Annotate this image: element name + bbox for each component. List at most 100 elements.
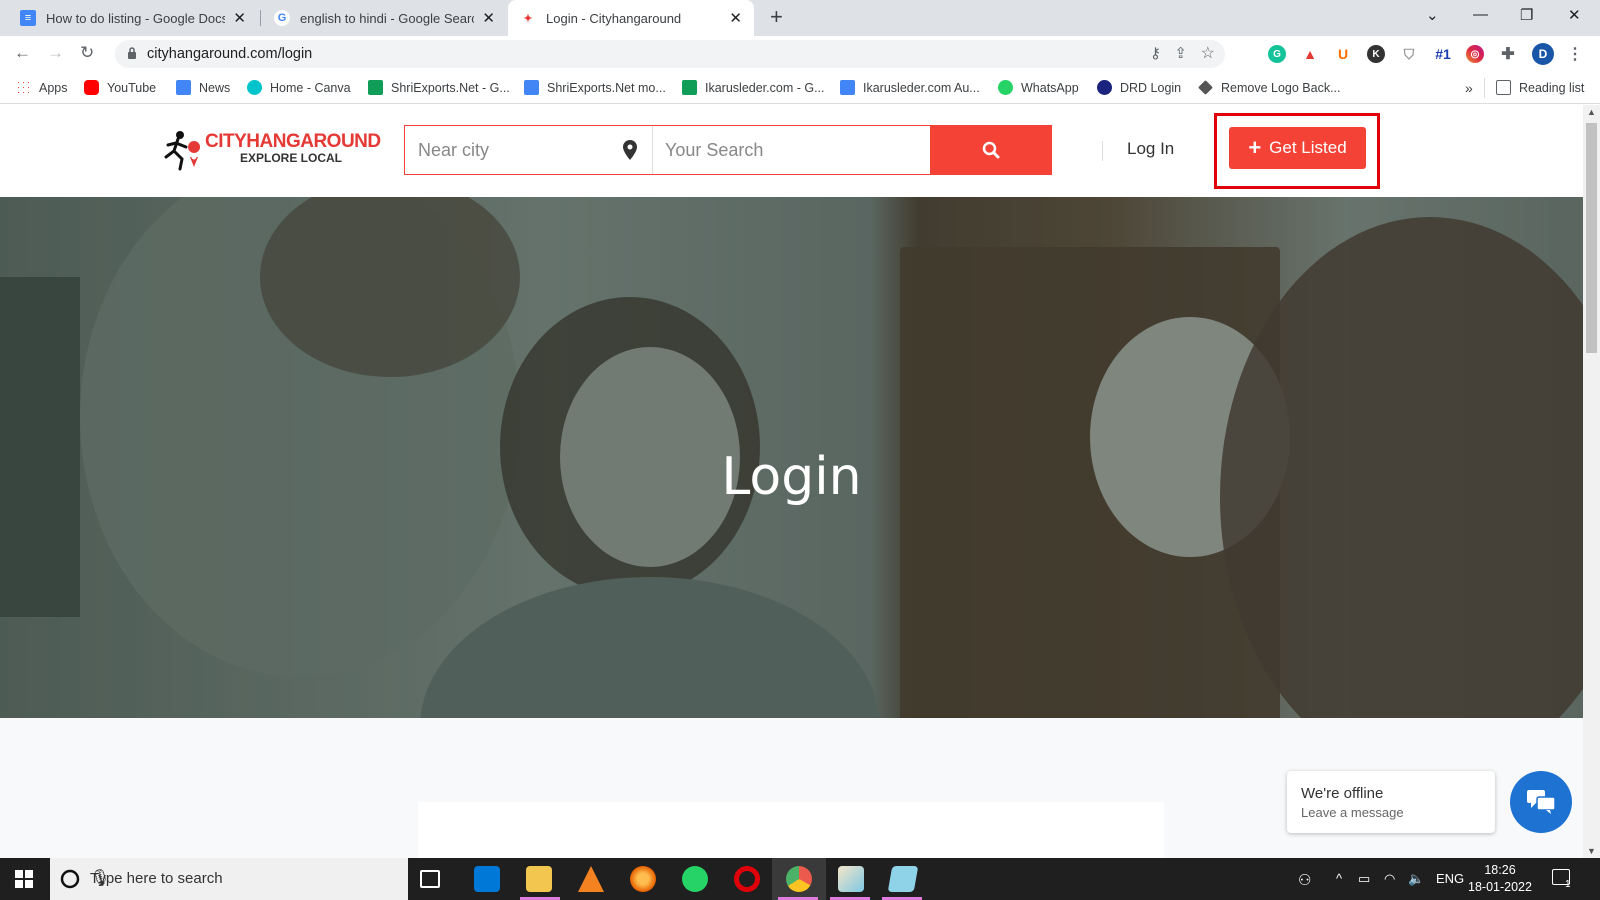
paint-icon[interactable]	[838, 866, 864, 892]
chat-offline-bubble[interactable]: We're offline Leave a message	[1287, 771, 1495, 833]
bookmarks-bar: Apps YouTube News Home - Canva ShriExpor…	[0, 72, 1600, 104]
firefox-icon[interactable]	[630, 866, 656, 892]
bookmark-shriexports-sheet[interactable]: ShriExports.Net - G...	[368, 80, 510, 95]
get-listed-button[interactable]: + Get Listed	[1229, 127, 1366, 169]
bookmark-divider	[1484, 78, 1485, 98]
scroll-down-arrow-icon[interactable]: ▼	[1587, 846, 1596, 856]
tab-separator	[260, 10, 261, 26]
browser-toolbar: ← → ↻ cityhangaround.com/login ⚷ ⇪ ☆ G ▲…	[0, 36, 1600, 72]
windows-taskbar: Type here to search 🎙 ⚇ ^ ▭ ◠ 🔈 ENG 18:2…	[0, 858, 1600, 900]
bookmark-news[interactable]: News	[176, 80, 230, 95]
search-icon	[982, 141, 1000, 159]
bookmark-star-icon[interactable]: ☆	[1201, 43, 1215, 63]
bookmark-youtube[interactable]: YouTube	[84, 80, 156, 95]
file-explorer-icon[interactable]	[526, 866, 552, 892]
wifi-icon[interactable]: ◠	[1384, 871, 1395, 887]
canva-icon	[247, 80, 262, 95]
search-button[interactable]	[930, 125, 1052, 175]
vlc-icon[interactable]	[578, 866, 604, 892]
login-link[interactable]: Log In	[1127, 139, 1174, 159]
page-scrollbar[interactable]: ▲ ▼	[1583, 105, 1600, 858]
microphone-icon[interactable]: 🎙	[90, 868, 394, 888]
clock-time: 18:26	[1484, 863, 1516, 877]
tab-google-docs[interactable]: ≡ How to do listing - Google Docs ✕	[8, 0, 258, 36]
near-city-input[interactable]: Near city	[405, 126, 653, 174]
close-window-icon[interactable]: ✕	[1568, 6, 1581, 24]
minimize-icon[interactable]: —	[1473, 6, 1488, 23]
opera-icon[interactable]	[734, 866, 760, 892]
tab-cityhangaround-login[interactable]: ✦ Login - Cityhangaround ✕	[508, 0, 754, 36]
youtube-icon	[84, 80, 99, 95]
grammarly-icon[interactable]: G	[1268, 45, 1286, 63]
profile-avatar[interactable]: D	[1532, 43, 1554, 65]
search-query-input[interactable]: Your Search	[665, 140, 763, 161]
apps-grid-icon	[16, 80, 31, 95]
forward-arrow-icon[interactable]: →	[47, 43, 64, 63]
show-hidden-icons-chevron-icon[interactable]: ^	[1336, 871, 1342, 886]
browser-menu-icon[interactable]: ⋮	[1566, 45, 1584, 63]
active-app-highlight	[772, 858, 826, 900]
bookmark-ikarusleder-doc[interactable]: Ikarusleder.com Au...	[840, 80, 980, 95]
bookmark-apps[interactable]: Apps	[16, 80, 68, 95]
drive-extension-icon[interactable]: ▲	[1301, 45, 1319, 63]
battery-icon[interactable]: ▭	[1358, 871, 1370, 887]
bookmark-label: Ikarusleder.com - G...	[705, 80, 825, 95]
tab-search-chevron-icon[interactable]: ⌄	[1426, 6, 1439, 24]
key-icon[interactable]: ⚷	[1150, 44, 1161, 62]
bookmark-label: News	[199, 80, 231, 95]
close-tab-icon[interactable]: ✕	[482, 9, 495, 27]
task-view-icon[interactable]	[420, 870, 440, 888]
microsoft-store-icon[interactable]	[474, 866, 500, 892]
lock-icon	[128, 47, 136, 59]
volume-icon[interactable]: 🔈	[1408, 871, 1424, 887]
bookmark-drd-login[interactable]: DRD Login	[1097, 80, 1181, 95]
chat-launcher-button[interactable]	[1510, 771, 1572, 833]
url-text[interactable]: cityhangaround.com/login	[147, 46, 312, 62]
bookmark-canva[interactable]: Home - Canva	[247, 80, 351, 95]
whatsapp-app-icon[interactable]	[682, 866, 708, 892]
reload-icon[interactable]: ↻	[80, 43, 94, 63]
database-icon	[1097, 80, 1112, 95]
chat-prompt: Leave a message	[1301, 805, 1404, 820]
tab-google-search[interactable]: G english to hindi - Google Search ✕	[262, 0, 507, 36]
share-icon[interactable]: ⇪	[1174, 44, 1187, 62]
address-bar[interactable]: cityhangaround.com/login ⚷ ⇪ ☆	[115, 40, 1225, 68]
bookmark-label: Home - Canva	[270, 80, 351, 95]
instagram-extension-icon[interactable]: ◎	[1466, 45, 1484, 63]
scrollbar-thumb[interactable]	[1586, 123, 1597, 353]
shield-extension-icon[interactable]: ⛉	[1400, 45, 1418, 63]
rank-extension-icon[interactable]: #1	[1430, 45, 1456, 63]
close-tab-icon[interactable]: ✕	[233, 9, 246, 27]
close-tab-icon[interactable]: ✕	[729, 9, 742, 27]
plus-icon: +	[1248, 135, 1262, 160]
language-indicator[interactable]: ENG	[1436, 871, 1464, 886]
chat-status: We're offline	[1301, 785, 1384, 802]
back-arrow-icon[interactable]: ←	[14, 43, 31, 63]
bookmark-label: Apps	[39, 80, 68, 95]
scroll-up-arrow-icon[interactable]: ▲	[1587, 107, 1596, 117]
taskbar-clock[interactable]: 18:26 18-01-2022	[1465, 862, 1535, 896]
bookmark-shriexports-doc[interactable]: ShriExports.Net mo...	[524, 80, 666, 95]
windows-start-icon[interactable]	[15, 870, 33, 888]
docs-icon	[840, 80, 855, 95]
location-pin-icon[interactable]	[623, 140, 637, 160]
new-tab-button[interactable]: +	[770, 4, 783, 30]
snipping-tool-icon[interactable]	[887, 866, 919, 892]
extensions-puzzle-icon[interactable]: ✚	[1499, 45, 1517, 63]
bookmark-remove-logo[interactable]: Remove Logo Back...	[1198, 80, 1341, 95]
hero-banner: Login	[0, 197, 1583, 718]
site-logo[interactable]: CITYHANGAROUND EXPLORE LOCAL	[160, 127, 381, 173]
reading-list-label: Reading list	[1519, 80, 1585, 95]
reading-list-button[interactable]: Reading list	[1496, 80, 1584, 95]
notification-count: 1	[1565, 879, 1571, 890]
maximize-icon[interactable]: ❐	[1520, 6, 1533, 24]
bookmark-label: ShriExports.Net mo...	[547, 80, 666, 95]
bookmark-whatsapp[interactable]: WhatsApp	[998, 80, 1079, 95]
people-icon[interactable]: ⚇	[1298, 871, 1311, 889]
k-extension-icon[interactable]: K	[1367, 45, 1385, 63]
ublock-icon[interactable]: U	[1334, 45, 1352, 63]
bookmark-ikarusleder-sheet[interactable]: Ikarusleder.com - G...	[682, 80, 824, 95]
more-bookmarks-button[interactable]: »	[1465, 80, 1473, 96]
search-bar: Near city Your Search	[404, 125, 1052, 175]
taskbar-search-box[interactable]: Type here to search 🎙	[50, 858, 408, 900]
